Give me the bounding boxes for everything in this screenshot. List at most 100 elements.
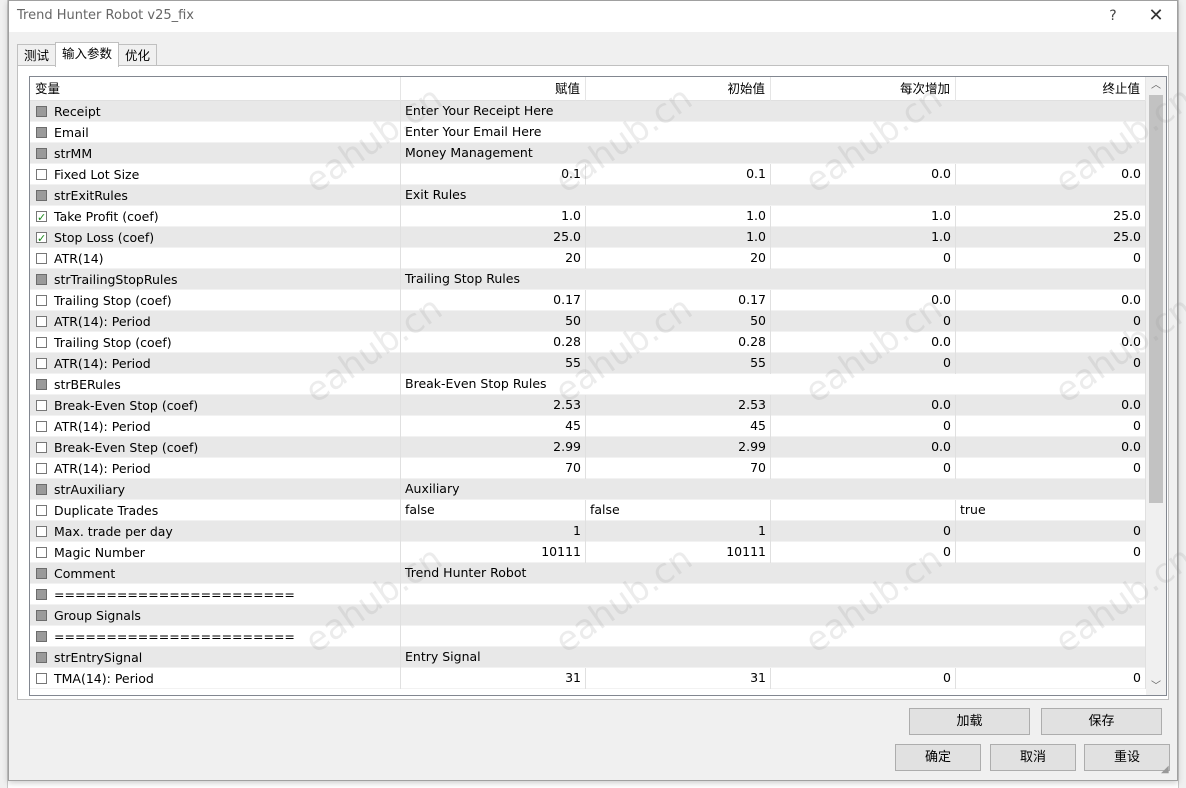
table-row[interactable]: ATR(14): Period 45 45 0 0 — [30, 416, 1146, 437]
step-cell[interactable] — [771, 500, 956, 521]
help-button[interactable]: ? — [1102, 5, 1124, 27]
variable-cell[interactable]: Take Profit (coef) — [30, 206, 401, 227]
variable-cell[interactable]: Receipt — [30, 101, 401, 122]
table-row[interactable]: ATR(14) 20 20 0 0 — [30, 248, 1146, 269]
optimize-checkbox[interactable] — [36, 400, 47, 411]
value-cell[interactable] — [401, 605, 1146, 626]
ok-button[interactable]: 确定 — [895, 744, 981, 771]
start-cell[interactable]: 2.99 — [586, 437, 771, 458]
table-row[interactable]: strBERules Break-Even Stop Rules — [30, 374, 1146, 395]
step-cell[interactable]: 0 — [771, 416, 956, 437]
step-cell[interactable]: 1.0 — [771, 227, 956, 248]
step-cell[interactable]: 0 — [771, 521, 956, 542]
table-row[interactable]: Fixed Lot Size 0.1 0.1 0.0 0.0 — [30, 164, 1146, 185]
table-row[interactable]: Trailing Stop (coef) 0.17 0.17 0.0 0.0 — [30, 290, 1146, 311]
variable-cell[interactable]: Stop Loss (coef) — [30, 227, 401, 248]
table-row[interactable]: Receipt Enter Your Receipt Here — [30, 101, 1146, 122]
column-header-value[interactable]: 赋值 — [401, 77, 586, 101]
step-cell[interactable]: 0 — [771, 248, 956, 269]
optimize-checkbox[interactable] — [36, 169, 47, 180]
value-cell[interactable]: 2.99 — [401, 437, 586, 458]
value-cell[interactable]: 2.53 — [401, 395, 586, 416]
variable-cell[interactable]: ======================= — [30, 584, 401, 605]
step-cell[interactable]: 0 — [771, 542, 956, 563]
stop-cell[interactable]: 0.0 — [956, 395, 1146, 416]
value-cell[interactable]: Entry Signal — [401, 647, 1146, 668]
start-cell[interactable]: false — [586, 500, 771, 521]
value-cell[interactable]: 10111 — [401, 542, 586, 563]
value-cell[interactable]: 45 — [401, 416, 586, 437]
vertical-scrollbar[interactable]: ︿ ﹀ — [1146, 77, 1166, 695]
table-row[interactable]: Break-Even Step (coef) 2.99 2.99 0.0 0.0 — [30, 437, 1146, 458]
value-cell[interactable] — [401, 626, 1146, 647]
value-cell[interactable]: Auxiliary — [401, 479, 1146, 500]
table-row[interactable]: ATR(14): Period 70 70 0 0 — [30, 458, 1146, 479]
stop-cell[interactable]: 25.0 — [956, 227, 1146, 248]
scroll-down-arrow-icon[interactable]: ﹀ — [1146, 678, 1166, 695]
scroll-up-arrow-icon[interactable]: ︿ — [1146, 77, 1166, 94]
stop-cell[interactable]: 0.0 — [956, 290, 1146, 311]
cancel-button[interactable]: 取消 — [990, 744, 1076, 771]
table-row[interactable]: strTrailingStopRules Trailing Stop Rules — [30, 269, 1146, 290]
start-cell[interactable]: 10111 — [586, 542, 771, 563]
optimize-checkbox[interactable] — [36, 316, 47, 327]
stop-cell[interactable]: 0.0 — [956, 332, 1146, 353]
step-cell[interactable]: 0.0 — [771, 437, 956, 458]
start-cell[interactable]: 70 — [586, 458, 771, 479]
value-cell[interactable]: Exit Rules — [401, 185, 1146, 206]
table-row[interactable]: Email Enter Your Email Here — [30, 122, 1146, 143]
stop-cell[interactable]: 25.0 — [956, 206, 1146, 227]
variable-cell[interactable]: Break-Even Stop (coef) — [30, 395, 401, 416]
step-cell[interactable]: 0.0 — [771, 395, 956, 416]
column-header-stop[interactable]: 终止值 — [956, 77, 1146, 101]
stop-cell[interactable]: 0 — [956, 311, 1146, 332]
value-cell[interactable]: false — [401, 500, 586, 521]
value-cell[interactable]: 31 — [401, 668, 586, 689]
value-cell[interactable]: Enter Your Receipt Here — [401, 101, 1146, 122]
variable-cell[interactable]: Group Signals — [30, 605, 401, 626]
variable-cell[interactable]: Magic Number — [30, 542, 401, 563]
table-row[interactable]: strMM Money Management — [30, 143, 1146, 164]
variable-cell[interactable]: strEntrySignal — [30, 647, 401, 668]
table-row[interactable]: ======================= — [30, 626, 1146, 647]
start-cell[interactable]: 0.17 — [586, 290, 771, 311]
column-header-start[interactable]: 初始值 — [586, 77, 771, 101]
variable-cell[interactable]: strAuxiliary — [30, 479, 401, 500]
stop-cell[interactable]: 0.0 — [956, 437, 1146, 458]
optimize-checkbox[interactable] — [36, 421, 47, 432]
value-cell[interactable] — [401, 584, 1146, 605]
stop-cell[interactable]: 0 — [956, 248, 1146, 269]
stop-cell[interactable]: 0 — [956, 542, 1146, 563]
value-cell[interactable]: 20 — [401, 248, 586, 269]
value-cell[interactable]: 0.17 — [401, 290, 586, 311]
variable-cell[interactable]: TMA(14): Period — [30, 668, 401, 689]
optimize-checkbox[interactable] — [36, 337, 47, 348]
optimize-checkbox[interactable] — [36, 673, 47, 684]
start-cell[interactable]: 0.1 — [586, 164, 771, 185]
optimize-checkbox[interactable] — [36, 253, 47, 264]
variable-cell[interactable]: strExitRules — [30, 185, 401, 206]
optimize-checkbox[interactable] — [36, 442, 47, 453]
title-bar[interactable]: Trend Hunter Robot v25_fix ? ✕ — [9, 1, 1177, 32]
table-row[interactable]: Comment Trend Hunter Robot — [30, 563, 1146, 584]
table-row[interactable]: strAuxiliary Auxiliary — [30, 479, 1146, 500]
variable-cell[interactable]: ======================= — [30, 626, 401, 647]
stop-cell[interactable]: 0 — [956, 521, 1146, 542]
reset-button[interactable]: 重设 — [1084, 744, 1170, 771]
stop-cell[interactable]: 0 — [956, 416, 1146, 437]
start-cell[interactable]: 55 — [586, 353, 771, 374]
start-cell[interactable]: 1.0 — [586, 227, 771, 248]
start-cell[interactable]: 1 — [586, 521, 771, 542]
value-cell[interactable]: 0.1 — [401, 164, 586, 185]
variable-cell[interactable]: Fixed Lot Size — [30, 164, 401, 185]
variable-cell[interactable]: strBERules — [30, 374, 401, 395]
optimize-checkbox[interactable] — [36, 208, 47, 227]
start-cell[interactable]: 0.28 — [586, 332, 771, 353]
variable-cell[interactable]: Max. trade per day — [30, 521, 401, 542]
start-cell[interactable]: 50 — [586, 311, 771, 332]
stop-cell[interactable]: 0 — [956, 353, 1146, 374]
tab-optimization[interactable]: 优化 — [118, 44, 158, 67]
optimize-checkbox[interactable] — [36, 547, 47, 558]
value-cell[interactable]: 50 — [401, 311, 586, 332]
step-cell[interactable]: 0 — [771, 353, 956, 374]
